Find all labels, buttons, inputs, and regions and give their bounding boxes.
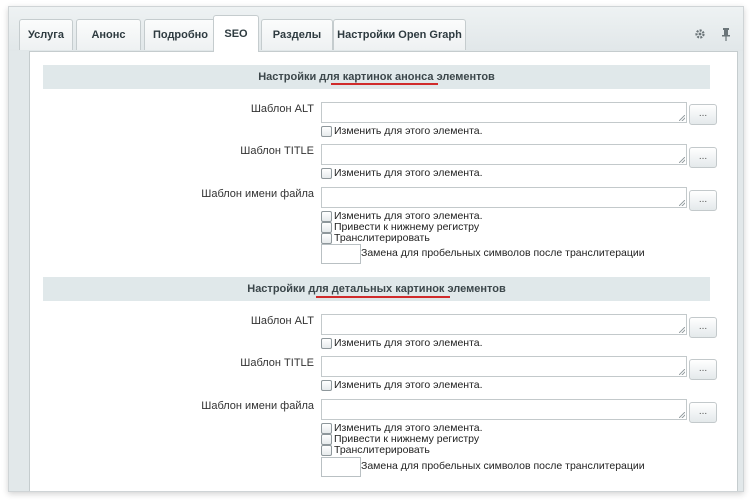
checkbox-label: Изменить для этого элемента.: [334, 167, 483, 179]
element-edit-window: Услуга Анонс Подробно SEO Разделы Настро…: [8, 6, 744, 492]
checkbox[interactable]: [321, 221, 332, 233]
filename-template-label: Шаблон имени файла: [201, 188, 314, 200]
checkbox-label: Изменить для этого элемента.: [334, 125, 483, 137]
tab-preview[interactable]: Анонс: [76, 19, 141, 50]
section-title-prefix: Настройки для: [247, 283, 332, 295]
section-title-suffix: элементов: [444, 283, 506, 295]
section-title-suffix: элементов: [433, 71, 495, 83]
checkbox[interactable]: [321, 433, 332, 445]
filename-template-label: Шаблон имени файла: [201, 400, 314, 412]
highlight-underline: [316, 296, 450, 298]
tab-seo[interactable]: SEO: [213, 15, 259, 52]
title-template-input[interactable]: [321, 144, 687, 165]
tab-bar: Услуга Анонс Подробно SEO Разделы Настро…: [9, 7, 743, 52]
tab-open-graph[interactable]: Настройки Open Graph: [333, 19, 466, 50]
pin-icon[interactable]: [719, 27, 733, 41]
checkbox-label: Изменить для этого элемента.: [334, 379, 483, 391]
title-template-label: Шаблон TITLE: [240, 145, 314, 157]
section-title-highlight: детальных картинок: [331, 283, 445, 295]
transliterate-checkbox-row[interactable]: Транслитерировать: [321, 232, 430, 244]
alt-template-input[interactable]: [321, 314, 687, 335]
checkbox-label: Транслитерировать: [334, 444, 430, 456]
filename-template-insert-button[interactable]: ...: [689, 190, 717, 211]
alt-template-label: Шаблон ALT: [250, 315, 314, 327]
transliterate-checkbox-row[interactable]: Транслитерировать: [321, 444, 430, 456]
checkbox[interactable]: [321, 232, 332, 244]
section-header-preview-images: Настройки для картинок анонса элементов: [43, 65, 710, 89]
checkbox[interactable]: [321, 210, 332, 222]
tab-sections[interactable]: Разделы: [261, 19, 333, 50]
gear-icon[interactable]: [693, 27, 707, 41]
alt-template-label: Шаблон ALT: [250, 103, 314, 115]
checkbox[interactable]: [321, 379, 332, 391]
checkbox[interactable]: [321, 125, 332, 137]
checkbox[interactable]: [321, 444, 332, 456]
checkbox[interactable]: [321, 337, 332, 349]
seo-content: Настройки для картинок анонса элементов …: [29, 51, 738, 491]
title-template-input[interactable]: [321, 356, 687, 377]
title-change-checkbox-row[interactable]: Изменить для этого элемента.: [321, 379, 483, 391]
alt-template-input[interactable]: [321, 102, 687, 123]
tab-details[interactable]: Подробно: [144, 19, 217, 50]
highlight-underline: [331, 83, 438, 85]
tab-service[interactable]: Услуга: [19, 19, 73, 50]
alt-change-checkbox-row[interactable]: Изменить для этого элемента.: [321, 337, 483, 349]
filename-template-input[interactable]: [321, 187, 687, 208]
space-replace-label: Замена для пробельных символов после тра…: [361, 247, 645, 259]
alt-template-insert-button[interactable]: ...: [689, 104, 717, 125]
title-template-insert-button[interactable]: ...: [689, 359, 717, 380]
alt-change-checkbox-row[interactable]: Изменить для этого элемента.: [321, 125, 483, 137]
checkbox[interactable]: [321, 167, 332, 179]
title-template-label: Шаблон TITLE: [240, 357, 314, 369]
section-title-prefix: Настройки для: [258, 71, 343, 83]
section-title-highlight: картинок анонса: [342, 71, 434, 83]
space-replace-input[interactable]: [321, 244, 361, 264]
tab-tools: [693, 27, 733, 41]
checkbox[interactable]: [321, 422, 332, 434]
filename-template-input[interactable]: [321, 399, 687, 420]
space-replace-input[interactable]: [321, 457, 361, 477]
title-template-insert-button[interactable]: ...: [689, 147, 717, 168]
checkbox-label: Транслитерировать: [334, 232, 430, 244]
alt-template-insert-button[interactable]: ...: [689, 317, 717, 338]
filename-template-insert-button[interactable]: ...: [689, 402, 717, 423]
checkbox-label: Изменить для этого элемента.: [334, 337, 483, 349]
space-replace-label: Замена для пробельных символов после тра…: [361, 460, 645, 472]
title-change-checkbox-row[interactable]: Изменить для этого элемента.: [321, 167, 483, 179]
